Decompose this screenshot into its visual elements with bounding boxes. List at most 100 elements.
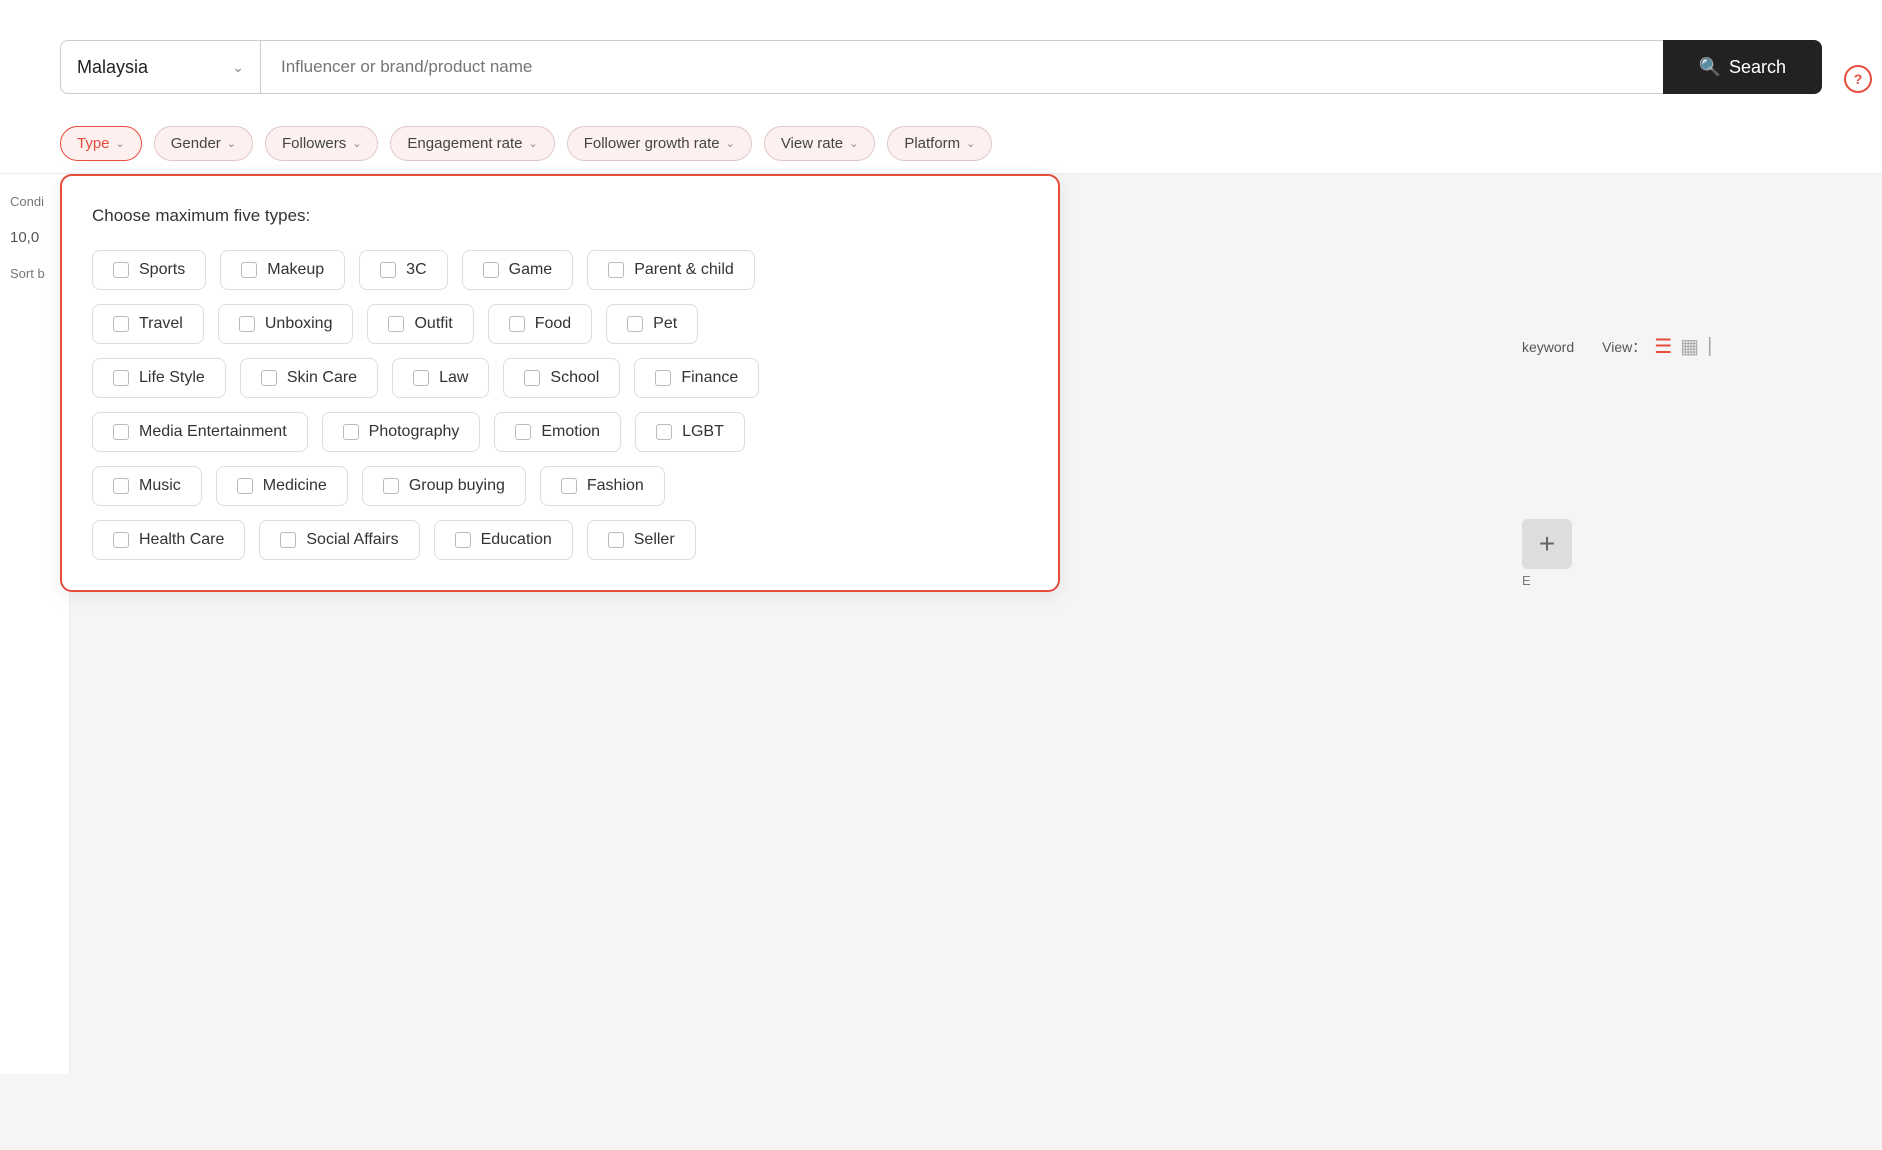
checkbox-school[interactable]: School bbox=[503, 358, 620, 398]
plus-button[interactable]: + bbox=[1522, 519, 1572, 569]
checkbox-emotion[interactable]: Emotion bbox=[494, 412, 621, 452]
filter-follower-growth-rate-button[interactable]: Follower growth rate ⌄ bbox=[567, 126, 752, 161]
sort-text: Sort b bbox=[10, 266, 59, 281]
checkbox-music[interactable]: Music bbox=[92, 466, 202, 506]
checkbox-3c[interactable]: 3C bbox=[359, 250, 447, 290]
view-rate-label: View rate bbox=[781, 135, 843, 152]
fashion-checkbox[interactable] bbox=[561, 478, 577, 494]
travel-checkbox[interactable] bbox=[113, 316, 129, 332]
country-select[interactable]: Malaysia ⌄ bbox=[60, 40, 260, 94]
checkbox-parent-child[interactable]: Parent & child bbox=[587, 250, 755, 290]
gender-chevron-icon: ⌄ bbox=[227, 137, 236, 150]
e-label: E bbox=[1522, 573, 1862, 588]
help-icon[interactable]: ? bbox=[1844, 65, 1872, 93]
fashion-label: Fashion bbox=[587, 477, 644, 495]
search-input[interactable] bbox=[260, 40, 1663, 94]
checkbox-media-entertainment[interactable]: Media Entertainment bbox=[92, 412, 308, 452]
parent-child-checkbox[interactable] bbox=[608, 262, 624, 278]
food-checkbox[interactable] bbox=[509, 316, 525, 332]
finance-label: Finance bbox=[681, 369, 738, 387]
checkbox-row-4: Media Entertainment Photography Emotion … bbox=[92, 412, 1028, 452]
checkbox-food[interactable]: Food bbox=[488, 304, 592, 344]
list-view-icon[interactable]: ☰ bbox=[1654, 334, 1672, 359]
checkbox-finance[interactable]: Finance bbox=[634, 358, 759, 398]
checkbox-seller[interactable]: Seller bbox=[587, 520, 696, 560]
separator-icon: | bbox=[1707, 335, 1712, 358]
law-label: Law bbox=[439, 369, 468, 387]
filter-bar: Type ⌄ Gender ⌄ Followers ⌄ Engagement r… bbox=[0, 114, 1882, 174]
checkbox-travel[interactable]: Travel bbox=[92, 304, 204, 344]
checkbox-medicine[interactable]: Medicine bbox=[216, 466, 348, 506]
healthcare-label: Health Care bbox=[139, 531, 224, 549]
checkbox-lifestyle[interactable]: Life Style bbox=[92, 358, 226, 398]
skincare-checkbox[interactable] bbox=[261, 370, 277, 386]
travel-label: Travel bbox=[139, 315, 183, 333]
healthcare-checkbox[interactable] bbox=[113, 532, 129, 548]
checkbox-lgbt[interactable]: LGBT bbox=[635, 412, 745, 452]
lgbt-checkbox[interactable] bbox=[656, 424, 672, 440]
checkbox-law[interactable]: Law bbox=[392, 358, 489, 398]
checkbox-sports[interactable]: Sports bbox=[92, 250, 206, 290]
checkbox-outfit[interactable]: Outfit bbox=[367, 304, 473, 344]
checkbox-photography[interactable]: Photography bbox=[322, 412, 481, 452]
grid-view-icon[interactable]: ▦ bbox=[1680, 334, 1699, 359]
checkbox-skincare[interactable]: Skin Care bbox=[240, 358, 378, 398]
lifestyle-checkbox[interactable] bbox=[113, 370, 129, 386]
checkbox-makeup[interactable]: Makeup bbox=[220, 250, 345, 290]
platform-chevron-icon: ⌄ bbox=[966, 137, 975, 150]
food-label: Food bbox=[535, 315, 571, 333]
seller-checkbox[interactable] bbox=[608, 532, 624, 548]
checkbox-healthcare[interactable]: Health Care bbox=[92, 520, 245, 560]
music-checkbox[interactable] bbox=[113, 478, 129, 494]
3c-checkbox[interactable] bbox=[380, 262, 396, 278]
game-checkbox[interactable] bbox=[483, 262, 499, 278]
search-icon: 🔍 bbox=[1699, 57, 1721, 78]
sports-checkbox[interactable] bbox=[113, 262, 129, 278]
music-label: Music bbox=[139, 477, 181, 495]
social-affairs-checkbox[interactable] bbox=[280, 532, 296, 548]
engagement-rate-label: Engagement rate bbox=[407, 135, 522, 152]
checkbox-unboxing[interactable]: Unboxing bbox=[218, 304, 354, 344]
filter-followers-button[interactable]: Followers ⌄ bbox=[265, 126, 378, 161]
skincare-label: Skin Care bbox=[287, 369, 357, 387]
checkbox-group-buying[interactable]: Group buying bbox=[362, 466, 526, 506]
checkbox-fashion[interactable]: Fashion bbox=[540, 466, 665, 506]
growth-rate-chevron-icon: ⌄ bbox=[726, 137, 735, 150]
photography-checkbox[interactable] bbox=[343, 424, 359, 440]
checkbox-education[interactable]: Education bbox=[434, 520, 573, 560]
filter-type-button[interactable]: Type ⌄ bbox=[60, 126, 142, 161]
checkbox-row-6: Health Care Social Affairs Education Sel… bbox=[92, 520, 1028, 560]
platform-label: Platform bbox=[904, 135, 960, 152]
checkbox-game[interactable]: Game bbox=[462, 250, 574, 290]
filter-engagement-rate-button[interactable]: Engagement rate ⌄ bbox=[390, 126, 554, 161]
emotion-checkbox[interactable] bbox=[515, 424, 531, 440]
keyword-label: keyword bbox=[1522, 339, 1574, 355]
filter-view-rate-button[interactable]: View rate ⌄ bbox=[764, 126, 875, 161]
checkbox-pet[interactable]: Pet bbox=[606, 304, 698, 344]
group-buying-label: Group buying bbox=[409, 477, 505, 495]
outfit-checkbox[interactable] bbox=[388, 316, 404, 332]
finance-checkbox[interactable] bbox=[655, 370, 671, 386]
3c-label: 3C bbox=[406, 261, 426, 279]
pet-checkbox[interactable] bbox=[627, 316, 643, 332]
checkbox-row-3: Life Style Skin Care Law School bbox=[92, 358, 1028, 398]
unboxing-checkbox[interactable] bbox=[239, 316, 255, 332]
right-panel: keyword View： ☰ ▦ | + E bbox=[1502, 174, 1882, 1074]
medicine-checkbox[interactable] bbox=[237, 478, 253, 494]
type-label: Type bbox=[77, 135, 110, 152]
search-button[interactable]: 🔍 Search bbox=[1663, 40, 1822, 94]
lifestyle-label: Life Style bbox=[139, 369, 205, 387]
followers-chevron-icon: ⌄ bbox=[352, 137, 361, 150]
group-buying-checkbox[interactable] bbox=[383, 478, 399, 494]
filter-platform-button[interactable]: Platform ⌄ bbox=[887, 126, 992, 161]
checkbox-row-2: Travel Unboxing Outfit Food bbox=[92, 304, 1028, 344]
checkbox-social-affairs[interactable]: Social Affairs bbox=[259, 520, 419, 560]
law-checkbox[interactable] bbox=[413, 370, 429, 386]
filter-gender-button[interactable]: Gender ⌄ bbox=[154, 126, 253, 161]
checkbox-row-5: Music Medicine Group buying Fashion bbox=[92, 466, 1028, 506]
school-checkbox[interactable] bbox=[524, 370, 540, 386]
gender-label: Gender bbox=[171, 135, 221, 152]
media-entertainment-checkbox[interactable] bbox=[113, 424, 129, 440]
makeup-checkbox[interactable] bbox=[241, 262, 257, 278]
education-checkbox[interactable] bbox=[455, 532, 471, 548]
